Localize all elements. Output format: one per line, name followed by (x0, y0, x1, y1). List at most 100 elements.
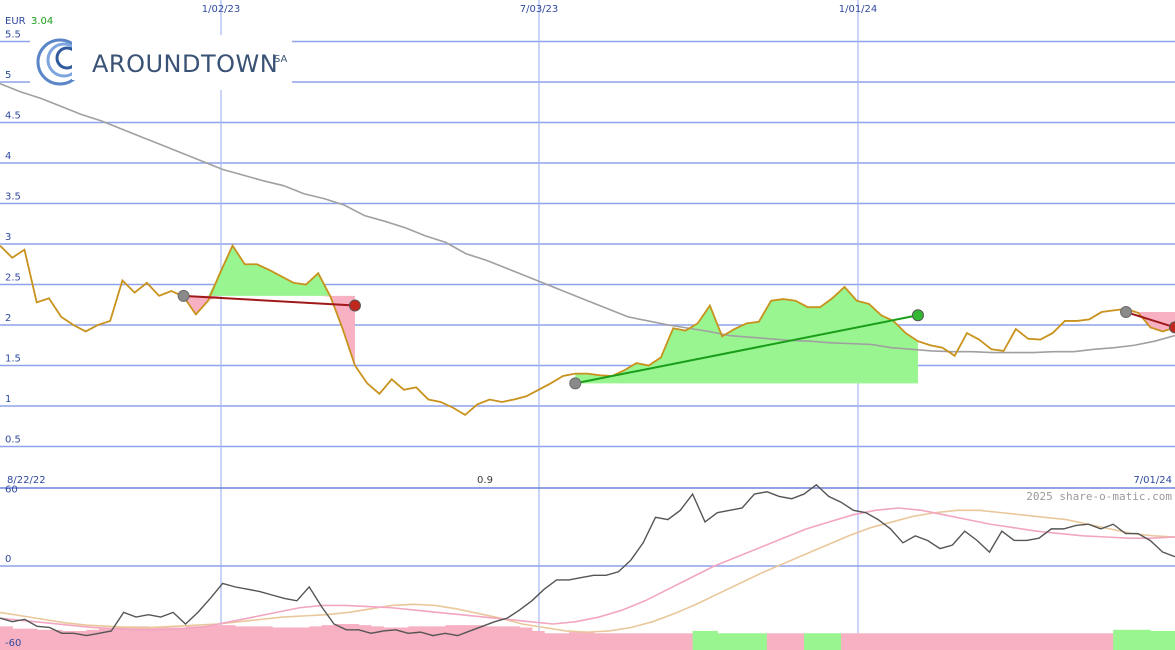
osc-histogram-bar (1113, 629, 1127, 650)
y-tick-label: 2 (5, 313, 11, 324)
osc-histogram-bar (717, 633, 731, 650)
osc-histogram-bar (606, 633, 619, 650)
osc-histogram-bar (816, 633, 830, 650)
osc-histogram-bar (1137, 629, 1151, 650)
buy-marker (569, 377, 582, 390)
osc-tick-label: -60 (5, 638, 21, 649)
osc-histogram-bar (643, 633, 657, 650)
brand-name: AROUNDTOWN (92, 50, 278, 78)
osc-histogram-bar (284, 627, 298, 650)
osc-histogram-bar (581, 632, 595, 650)
osc-histogram-bar (754, 633, 768, 650)
loss-fill (183, 295, 355, 366)
buy-marker (177, 289, 190, 302)
osc-histogram-bar (1076, 633, 1089, 650)
last-price: 3.04 (31, 16, 53, 27)
y-tick-label: 1.5 (5, 354, 21, 365)
osc-histogram-bar (432, 626, 446, 650)
mid-label: 0.9 (477, 475, 493, 486)
osc-histogram-bar (1088, 633, 1102, 650)
osc-histogram-bar (210, 625, 224, 650)
osc-histogram-bar (1100, 633, 1114, 650)
osc-histogram-bar (766, 633, 780, 650)
currency-label: EUR (5, 16, 26, 27)
x-tick-label: 1/02/23 (202, 4, 241, 15)
osc-histogram-bar (457, 625, 471, 650)
osc-histogram-bar (692, 630, 706, 650)
y-tick-label: 4 (5, 151, 11, 162)
osc-histogram-bar (803, 633, 817, 650)
y-tick-label: 2.5 (5, 273, 21, 284)
osc-histogram-bar (964, 633, 978, 650)
osc-histogram-bar (37, 629, 50, 650)
osc-histogram-bar (86, 629, 100, 650)
osc-histogram-bar (927, 633, 941, 650)
osc-histogram-bar (507, 626, 520, 650)
price-line (0, 243, 1175, 417)
osc-histogram-bar (1063, 633, 1077, 650)
osc-histogram-bar (667, 633, 681, 650)
osc-histogram-bar (111, 627, 125, 650)
osc-histogram-bar (890, 633, 904, 650)
stock-chart: 5.5 5 4.5 4 3.5 3 2.5 2 1.5 1 0.5 1/02/23 7/03/23 1/0… (0, 0, 1175, 650)
y-tick-label: 0.5 (5, 435, 21, 446)
osc-histogram-bar (742, 633, 755, 650)
osc-histogram-bar (309, 626, 323, 650)
osc-histogram-bar (482, 626, 496, 650)
osc-histogram-bar (371, 626, 384, 650)
osc-histogram-bar (519, 627, 533, 650)
osc-histogram-bar (593, 633, 607, 650)
osc-histogram-bar (630, 633, 644, 650)
y-tick-label: 5 (5, 70, 11, 81)
osc-histogram-bar (544, 633, 558, 650)
osc-histogram-bar (148, 627, 162, 650)
x-tick-label: 1/01/24 (839, 4, 878, 15)
osc-histogram-bar (779, 633, 793, 650)
osc-histogram-bar (222, 625, 236, 650)
osc-histogram-bar (952, 633, 966, 650)
trade-line (183, 294, 356, 307)
osc-histogram-bar (445, 625, 459, 650)
osc-histogram-bar (568, 632, 582, 650)
osc-histogram-bar (494, 626, 508, 650)
osc-histogram-bar (173, 627, 187, 650)
osc-histogram-bar (977, 633, 990, 650)
moving-average-line (0, 82, 1175, 354)
osc-histogram-bar (1051, 633, 1065, 650)
buy-marker (1120, 306, 1133, 319)
watermark: 2025 share-o-matic.com (1026, 490, 1172, 503)
osc-histogram-bar (915, 633, 929, 650)
osc-histogram-bar (1038, 633, 1052, 650)
osc-histogram-bar (1014, 633, 1028, 650)
osc-fast-line (0, 507, 1175, 631)
osc-histogram-bar (791, 633, 805, 650)
osc-histogram-bar (160, 627, 174, 650)
osc-histogram-bar (247, 626, 261, 650)
osc-tick-label: 60 (5, 484, 18, 495)
osc-histogram-bar (989, 633, 1003, 650)
osc-histogram-bar (321, 625, 335, 650)
y-tick-label: 3.5 (5, 192, 21, 203)
sell-marker (348, 299, 361, 312)
osc-histogram-bar (333, 624, 347, 650)
osc-histogram-bar (1026, 633, 1040, 650)
osc-histogram-bar (841, 633, 854, 650)
osc-histogram-bar (272, 627, 285, 650)
osc-histogram-bar (185, 626, 199, 650)
osc-histogram-bar (865, 633, 879, 650)
osc-slow-line (0, 509, 1175, 633)
osc-histogram-bar (618, 633, 632, 650)
osc-histogram-bar (346, 624, 360, 650)
osc-histogram-bar (878, 633, 892, 650)
start-date-label: 8/22/22 (7, 475, 46, 486)
osc-histogram-bar (296, 627, 310, 650)
oscillator-panel (0, 483, 1175, 650)
osc-histogram-bar (408, 626, 422, 650)
sell-marker (911, 309, 924, 322)
brand-suffix: SA (274, 54, 288, 65)
end-date-label: 7/01/24 (1133, 475, 1172, 486)
y-tick-label: 5.5 (5, 30, 21, 41)
y-tick-label: 1 (5, 394, 11, 405)
osc-histogram-bar (828, 633, 842, 650)
osc-histogram-bar (940, 633, 953, 650)
